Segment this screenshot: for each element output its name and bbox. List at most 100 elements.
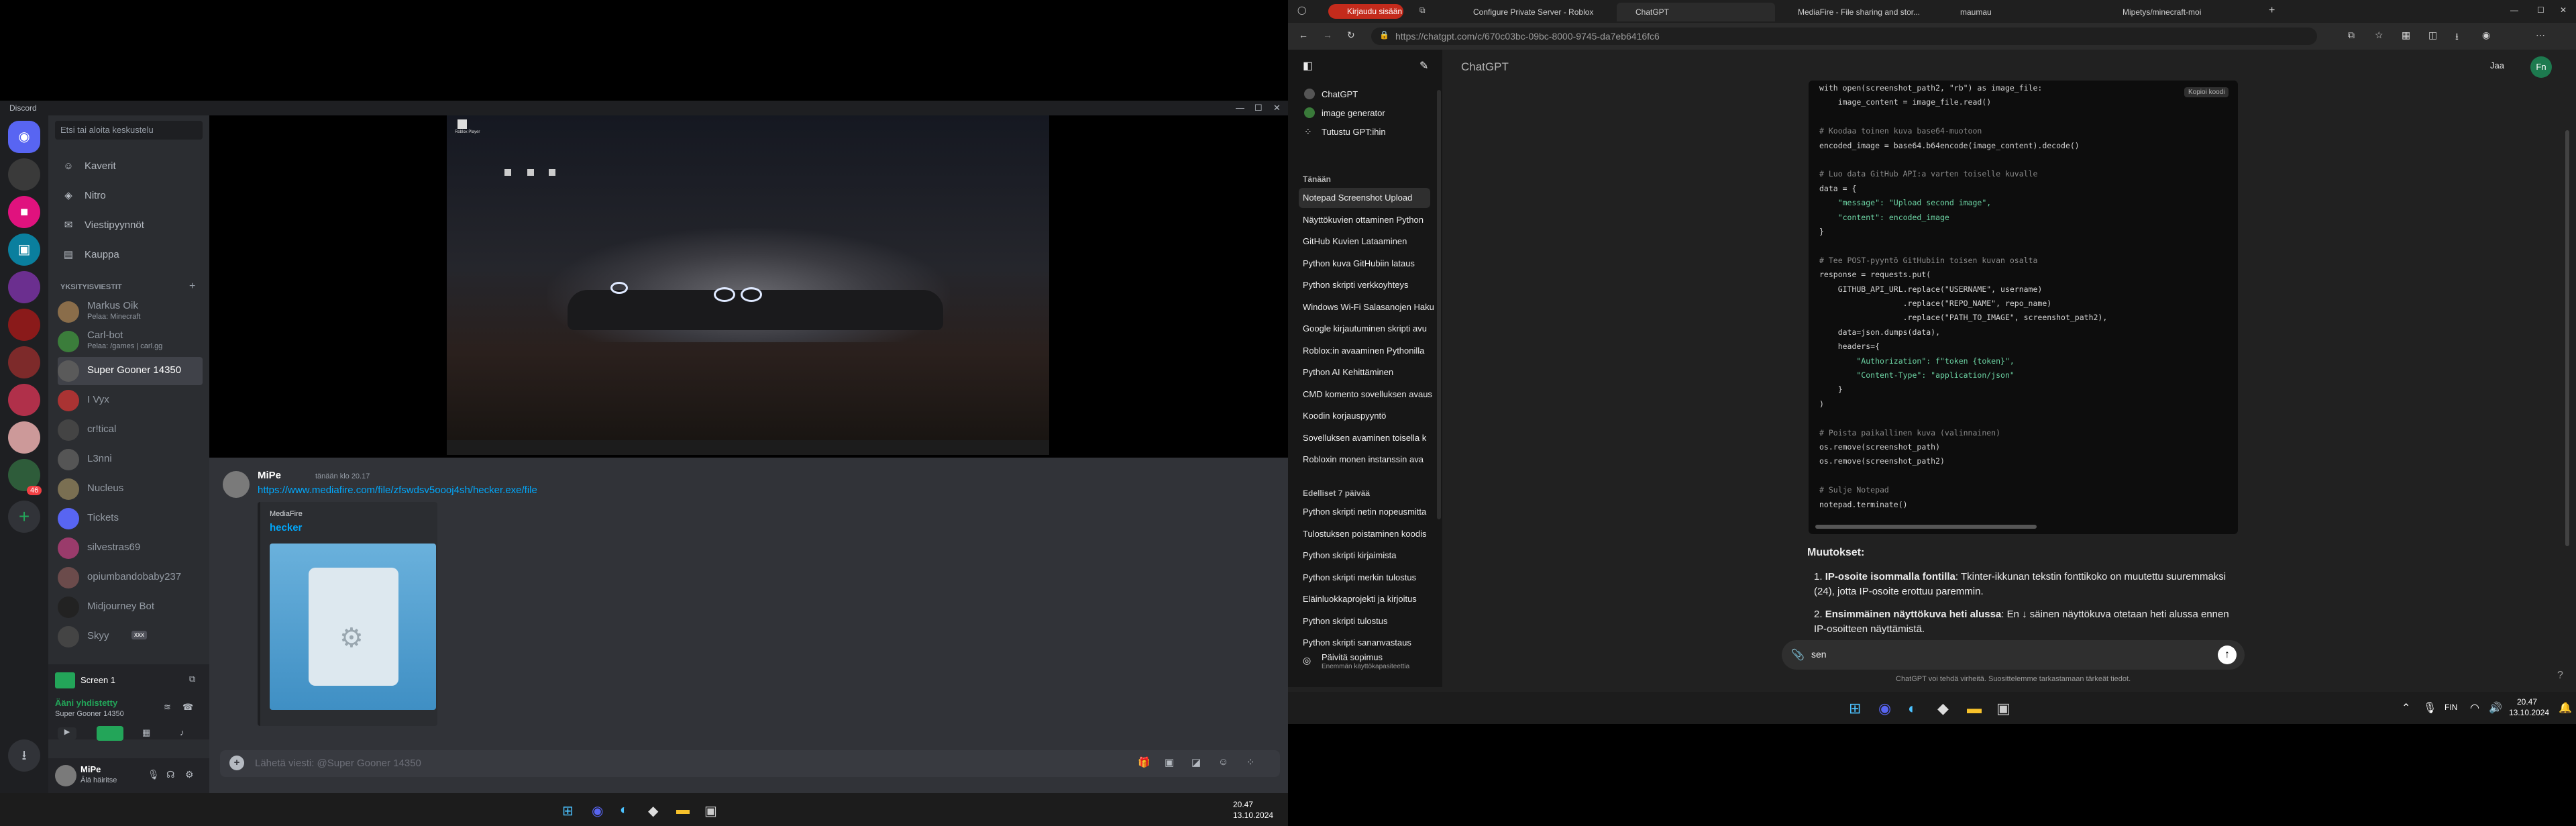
discord-taskbar-icon[interactable]: ◉: [592, 803, 603, 819]
new-tab-icon[interactable]: +: [2269, 5, 2275, 17]
dm-item[interactable]: I Vyx: [58, 386, 203, 415]
sidebar-history-item[interactable]: Python kuva GitHubiin lataus: [1303, 254, 1434, 274]
sidebar-history-item[interactable]: Eläinluokkaprojekti ja kirjoitus: [1303, 589, 1434, 609]
wifi-icon[interactable]: ◠: [2470, 701, 2479, 715]
roblox-taskbar-icon[interactable]: ◆: [648, 803, 658, 819]
download-icon[interactable]: ⭳: [8, 739, 40, 772]
nav-message-requests[interactable]: ✉ Viestipyynnöt: [60, 212, 201, 239]
help-icon[interactable]: ?: [2557, 670, 2563, 682]
add-server-icon[interactable]: +: [8, 501, 40, 533]
message-input[interactable]: + Lähetä viesti: @Super Gooner 14350 🎁 ▣…: [220, 750, 1280, 777]
collections-icon[interactable]: ▦: [2402, 30, 2410, 41]
main-scrollbar[interactable]: [2565, 130, 2569, 546]
downloads-icon[interactable]: ⭳: [2455, 30, 2459, 46]
noise-suppression-icon[interactable]: ≋: [164, 702, 171, 713]
maximize-icon[interactable]: ☐: [1254, 103, 1263, 113]
sidebar-history-item[interactable]: Python skripti verkkoyhteys: [1303, 275, 1434, 295]
avatar[interactable]: [223, 471, 250, 498]
server-icon[interactable]: ■: [8, 196, 40, 228]
dm-item[interactable]: cr!tical: [58, 416, 203, 444]
language-indicator[interactable]: FIN: [2445, 703, 2457, 712]
split-screen-icon[interactable]: ◫: [2428, 30, 2437, 41]
new-chat-icon[interactable]: ✎: [1419, 59, 1428, 72]
forward-icon[interactable]: →: [1323, 30, 1332, 40]
sticker-icon[interactable]: ◪: [1191, 756, 1201, 768]
tab-login[interactable]: Kirjaudu sisään: [1328, 4, 1403, 19]
dm-item[interactable]: Midjourney Bot: [58, 593, 203, 621]
url-input[interactable]: https://chatgpt.com/c/670c03bc-09bc-8000…: [1371, 28, 2317, 45]
dm-search-input[interactable]: Etsi tai aloita keskustelu: [55, 121, 203, 140]
server-icon[interactable]: [8, 346, 40, 378]
upgrade-title[interactable]: Päivitä sopimus: [1322, 652, 1383, 662]
edge-taskbar-icon[interactable]: ◐: [1908, 700, 1917, 717]
share-button[interactable]: Jaa: [2490, 60, 2504, 70]
sidebar-history-item[interactable]: Näyttökuvien ottaminen Python: [1303, 210, 1434, 230]
copilot-icon[interactable]: ◉: [2482, 30, 2490, 41]
tray-chevron-icon[interactable]: ⌃: [2402, 701, 2410, 715]
voice-channel[interactable]: Super Gooner 14350: [55, 710, 124, 718]
embed-image[interactable]: ⚙: [270, 544, 436, 710]
user-avatar[interactable]: Fn: [2530, 56, 2552, 78]
windows-start-icon[interactable]: ⊞: [1849, 700, 1861, 717]
dm-item[interactable]: Markus Oik Pelaa: Minecraft: [58, 298, 203, 326]
workspaces-icon[interactable]: ⧉: [1419, 5, 1426, 15]
sidebar-history-item[interactable]: Windows Wi-Fi Salasanojen Haku: [1303, 297, 1434, 317]
model-selector[interactable]: ChatGPT: [1461, 60, 1509, 74]
edge-taskbar-icon[interactable]: ◐: [620, 803, 628, 818]
send-arrow-icon[interactable]: ↑: [2218, 646, 2237, 664]
server-icon[interactable]: [8, 271, 40, 303]
sidebar-history-item[interactable]: Google kirjautuminen skripti avu: [1303, 319, 1434, 339]
microphone-icon[interactable]: 🎙: [148, 769, 160, 780]
disconnect-icon[interactable]: ☎: [182, 702, 193, 713]
server-icon[interactable]: [8, 421, 40, 454]
sidebar-history-item[interactable]: Python skripti merkin tulostus: [1303, 568, 1434, 588]
dm-item[interactable]: opiumbandobaby237: [58, 564, 203, 592]
settings-gear-icon[interactable]: ⚙: [185, 769, 194, 780]
gift-icon[interactable]: 🎁: [1138, 756, 1150, 768]
explorer-taskbar-icon[interactable]: ▬: [1967, 700, 1982, 717]
refresh-icon[interactable]: ↻: [1347, 30, 1355, 41]
tab-github[interactable]: Mipetys/minecraft-moi: [2104, 3, 2262, 21]
sidebar-item-explore-gpts[interactable]: Tutustu GPT:ihin: [1303, 122, 1434, 142]
sidebar-item-chatgpt[interactable]: ChatGPT: [1303, 85, 1434, 105]
tab-chatgpt[interactable]: ChatGPT: [1617, 3, 1775, 21]
tab-mediafire[interactable]: MediaFire - File sharing and stor...: [1779, 3, 1937, 21]
microphone-icon[interactable]: 🎙: [2423, 701, 2436, 715]
sidebar-history-item[interactable]: Python skripti kirjaimista: [1303, 546, 1434, 566]
attach-icon[interactable]: 📎: [1791, 648, 1805, 662]
nav-shop[interactable]: ▤ Kauppa: [60, 242, 201, 268]
popout-icon[interactable]: ⧉: [189, 674, 195, 684]
sidebar-item-image-generator[interactable]: image generator: [1303, 103, 1434, 123]
apps-icon[interactable]: ⁘: [1246, 756, 1255, 768]
dm-item-selected[interactable]: Super Gooner 14350: [58, 357, 203, 385]
windows-start-icon[interactable]: ⊞: [562, 803, 574, 819]
sidebar-toggle-icon[interactable]: ◧: [1303, 59, 1313, 72]
headphones-icon[interactable]: ☊: [166, 769, 174, 780]
notification-bell-icon[interactable]: 🔔: [2559, 701, 2572, 715]
server-icon[interactable]: ▣: [8, 234, 40, 266]
extensions-icon[interactable]: ⧉: [2348, 30, 2355, 41]
avatar[interactable]: [55, 765, 76, 786]
close-icon[interactable]: ✕: [1273, 103, 1281, 113]
minimize-icon[interactable]: —: [2510, 5, 2518, 15]
message-link[interactable]: https://www.mediafire.com/file/zfswdsv5o…: [258, 484, 537, 496]
embed-title[interactable]: hecker: [270, 522, 302, 533]
minimize-icon[interactable]: —: [1236, 103, 1244, 113]
sidebar-history-item[interactable]: GitHub Kuvien Lataaminen: [1303, 231, 1434, 252]
explorer-taskbar-icon[interactable]: ▬: [676, 803, 690, 818]
prompt-composer[interactable]: 📎 sen ↑: [1782, 640, 2245, 670]
favorites-icon[interactable]: ☆: [2375, 30, 2383, 41]
clock-time[interactable]: 20.47: [1233, 800, 1253, 809]
dm-item[interactable]: Nucleus: [58, 475, 203, 503]
sidebar-history-item[interactable]: CMD komento sovelluksen avaus: [1303, 384, 1434, 405]
close-icon[interactable]: ✕: [2560, 5, 2567, 15]
server-icon[interactable]: [8, 384, 40, 416]
dm-item[interactable]: silvestras69: [58, 534, 203, 562]
message-author[interactable]: MiPe: [258, 470, 281, 481]
soundboard-icon[interactable]: ♪: [180, 727, 184, 737]
activities-icon[interactable]: ▦: [142, 727, 150, 738]
sidebar-history-item[interactable]: Python AI Kehittäminen: [1303, 362, 1434, 382]
sidebar-scrollbar[interactable]: [1437, 90, 1441, 519]
tab-maumau[interactable]: maumau: [1941, 3, 2100, 21]
clock-date[interactable]: 13.10.2024: [2509, 708, 2549, 717]
